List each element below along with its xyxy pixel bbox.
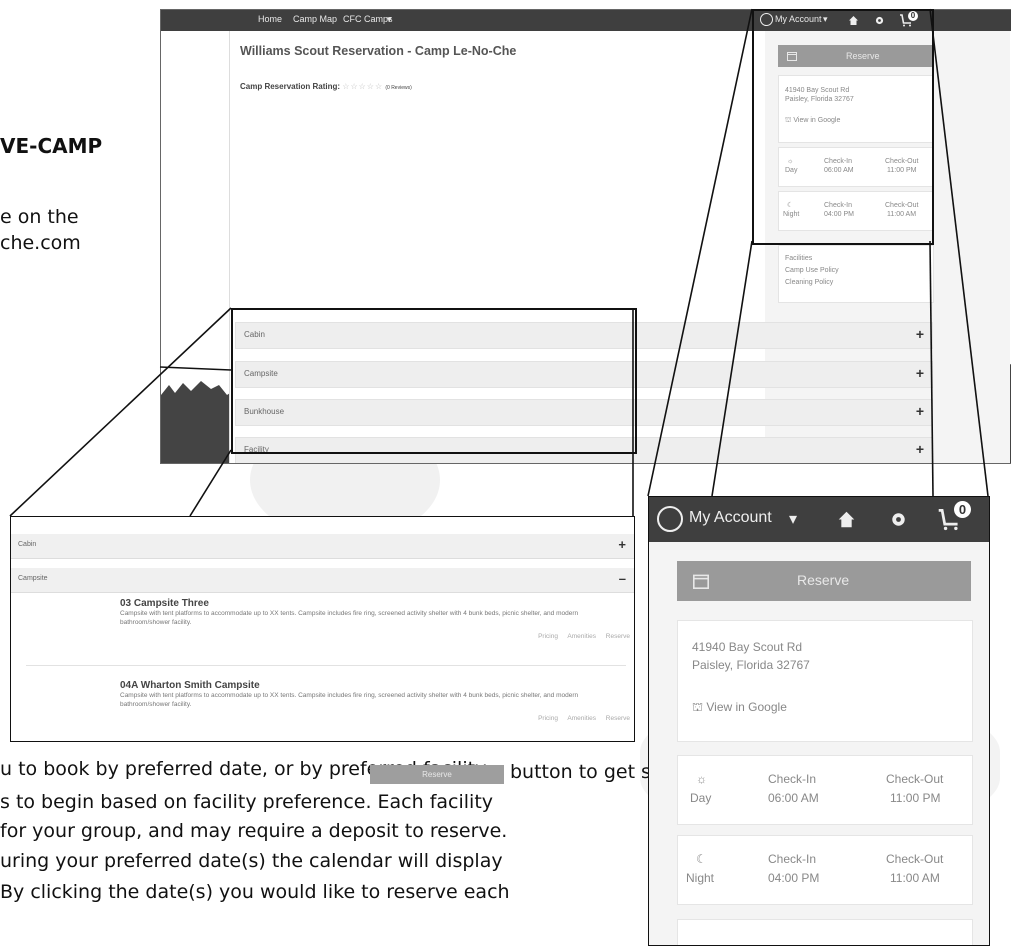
day-hours-card: ☼ Day Check-In 06:00 AM Check-Out 11:00 … [677, 755, 973, 825]
campsite-links: Pricing Amenities Reserve [120, 633, 630, 640]
accordion-label: Cabin [18, 541, 37, 548]
reserve-button[interactable]: Reserve [677, 561, 971, 601]
address-card: 41940 Bay Scout Rd Paisley, Florida 3276… [677, 620, 973, 742]
view-in-google-label: View in Google [706, 700, 787, 714]
campsite-item: 04A Wharton Smith Campsite Campsite with… [120, 680, 630, 722]
campsite-description: Campsite with tent platforms to accommod… [120, 692, 579, 708]
night-hours-card: ☾ Night Check-In 04:00 PM Check-Out 11:0… [677, 835, 973, 905]
campsite-title: 04A Wharton Smith Campsite [120, 680, 260, 691]
reserve-button-label: Reserve [797, 572, 850, 588]
account-icon[interactable] [657, 506, 683, 532]
sun-icon: ☼ [696, 772, 707, 786]
night-checkin-label: Check-In [768, 852, 817, 866]
night-checkin-time: 04:00 PM [768, 871, 820, 885]
amenities-link[interactable]: Amenities [567, 715, 596, 722]
night-checkout-time: 11:00 AM [890, 871, 940, 885]
campsite-title: 03 Campsite Three [120, 598, 209, 609]
zoom-accordion-campsite[interactable]: Campsite – [11, 568, 634, 593]
zoom-accordion-cabin[interactable]: Cabin + [11, 534, 634, 559]
home-icon[interactable] [837, 510, 856, 529]
cart-count-badge: 0 [954, 501, 971, 518]
zoom-panel-sidebar: My Account ▾ 0 Reserve 41940 Bay Scout R… [648, 496, 990, 946]
map-icon: ⛫ [692, 700, 704, 714]
campsite-item: 03 Campsite Three Campsite with tent pla… [120, 598, 630, 640]
zoom-panel-accordion: Cabin + Campsite – 03 Campsite Three Cam… [10, 516, 635, 742]
links-card [677, 919, 973, 945]
minus-icon: – [618, 571, 626, 586]
address-line-2: Paisley, Florida 32767 [692, 658, 810, 672]
campsite-description: Campsite with tent platforms to accommod… [120, 610, 579, 626]
day-checkout-time: 11:00 PM [890, 791, 941, 805]
night-label: Night [686, 871, 715, 885]
pricing-link[interactable]: Pricing [538, 715, 558, 722]
view-in-google-link[interactable]: ⛫ View in Google [692, 699, 787, 716]
night-checkout-label: Check-Out [886, 852, 944, 866]
day-label: Day [690, 791, 712, 805]
day-checkin-label: Check-In [768, 772, 817, 786]
reserve-link[interactable]: Reserve [606, 633, 630, 640]
pricing-link[interactable]: Pricing [538, 633, 558, 640]
zoom-account-bar: My Account ▾ 0 [649, 497, 989, 542]
plus-icon: + [618, 537, 626, 552]
accordion-label: Campsite [18, 575, 48, 582]
gear-icon[interactable] [889, 510, 908, 529]
chevron-down-icon: ▾ [789, 511, 798, 528]
calendar-icon [693, 574, 709, 589]
reserve-link[interactable]: Reserve [606, 715, 630, 722]
amenities-link[interactable]: Amenities [567, 633, 596, 640]
divider [26, 665, 626, 666]
my-account-link[interactable]: My Account [689, 509, 772, 527]
campsite-links: Pricing Amenities Reserve [120, 715, 630, 722]
address-line-1: 41940 Bay Scout Rd [692, 640, 803, 654]
moon-icon: ☾ [696, 852, 707, 866]
day-checkin-time: 06:00 AM [768, 791, 819, 805]
day-checkout-label: Check-Out [886, 772, 944, 786]
